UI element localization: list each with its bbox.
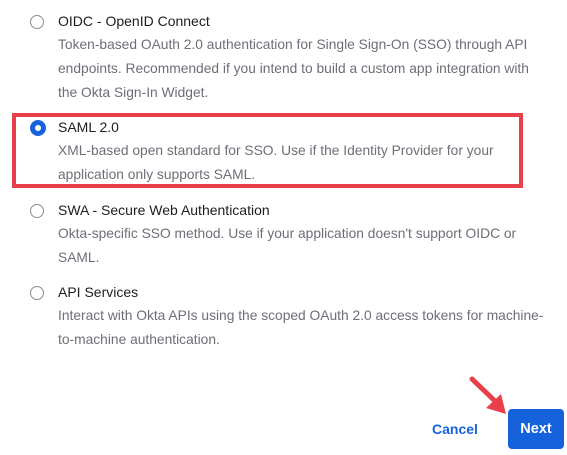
option-swa: SWA - Secure Web Authentication Okta-spe… (30, 202, 545, 270)
option-api-services-label: API Services (58, 284, 139, 300)
option-swa-label: SWA - Secure Web Authentication (58, 202, 270, 218)
option-api-services-description: Interact with Okta APIs using the scoped… (58, 308, 544, 347)
app-integration-options-panel: OIDC - OpenID Connect Token-based OAuth … (0, 0, 567, 455)
arrow-pointing-icon (469, 376, 506, 414)
radio-swa[interactable] (30, 203, 44, 218)
option-swa-description: Okta-specific SSO method. Use if your ap… (58, 226, 517, 265)
option-api-services: API Services Interact with Okta APIs usi… (30, 284, 545, 352)
radio-oidc[interactable] (30, 14, 44, 29)
option-oidc: OIDC - OpenID Connect Token-based OAuth … (30, 13, 545, 105)
option-oidc-description: Token-based OAuth 2.0 authentication for… (58, 37, 529, 100)
cancel-button[interactable]: Cancel (432, 419, 478, 439)
highlight-box (12, 113, 523, 188)
option-swa-row[interactable]: SWA - Secure Web Authentication (30, 202, 545, 219)
option-oidc-row[interactable]: OIDC - OpenID Connect (30, 13, 545, 30)
option-oidc-label: OIDC - OpenID Connect (58, 13, 210, 29)
option-api-services-row[interactable]: API Services (30, 284, 545, 301)
next-button[interactable]: Next (508, 409, 564, 449)
radio-api-services[interactable] (30, 285, 44, 300)
